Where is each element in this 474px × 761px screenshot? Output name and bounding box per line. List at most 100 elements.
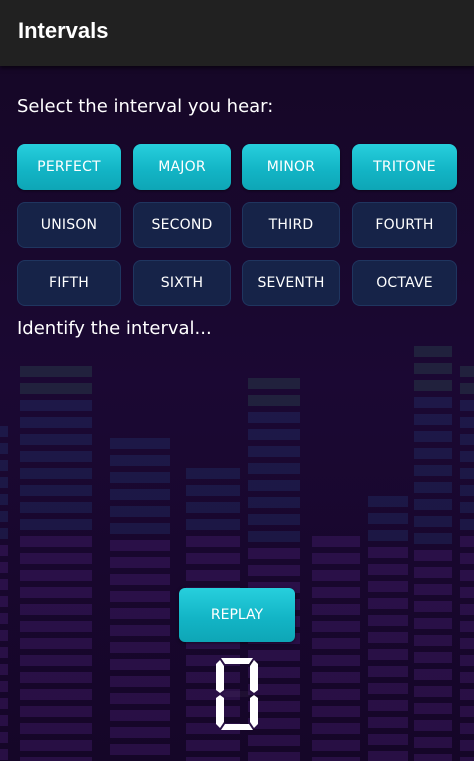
replay-button[interactable]: REPLAY (179, 588, 295, 642)
equalizer-bar (0, 579, 8, 590)
equalizer-bar (368, 666, 408, 677)
equalizer-bar (460, 655, 474, 666)
equalizer-bar (414, 567, 452, 578)
seventh-button[interactable]: SEVENTH (242, 260, 340, 306)
equalizer-bar (460, 706, 474, 717)
equalizer-bar (110, 574, 170, 585)
equalizer-bar (368, 564, 408, 575)
digit-segment-f (216, 660, 224, 693)
equalizer-bar (20, 723, 92, 734)
equalizer-bar (110, 727, 170, 738)
equalizer-bar (368, 734, 408, 745)
equalizer-bar (460, 468, 474, 479)
status-text: Identify the interval... (17, 318, 212, 339)
equalizer-bar (368, 513, 408, 524)
octave-button[interactable]: OCTAVE (352, 260, 457, 306)
equalizer-bar (414, 601, 452, 612)
equalizer-bar (20, 621, 92, 632)
fourth-button[interactable]: FOURTH (352, 202, 457, 248)
equalizer-bar (312, 706, 360, 717)
equalizer-bar (460, 570, 474, 581)
digit-segment-c (250, 695, 258, 728)
equalizer-bar (110, 744, 170, 755)
equalizer-bar (0, 647, 8, 658)
fifth-button[interactable]: FIFTH (17, 260, 121, 306)
equalizer-bar (0, 511, 8, 522)
third-button[interactable]: THIRD (242, 202, 340, 248)
equalizer-bar (414, 669, 452, 680)
equalizer-bar (20, 536, 92, 547)
equalizer-bar (0, 562, 8, 573)
equalizer-bar (186, 740, 240, 751)
equalizer-bar (110, 676, 170, 687)
equalizer-bar (368, 700, 408, 711)
equalizer-bar (0, 426, 8, 437)
equalizer-bar (20, 604, 92, 615)
equalizer-bar (0, 494, 8, 505)
perfect-button[interactable]: PERFECT (17, 144, 121, 190)
equalizer-bar (20, 655, 92, 666)
equalizer-bar (20, 468, 92, 479)
equalizer-bar (186, 519, 240, 530)
equalizer-bar (460, 451, 474, 462)
sixth-button[interactable]: SIXTH (133, 260, 231, 306)
equalizer-bar (312, 757, 360, 761)
equalizer-bar (248, 735, 300, 746)
equalizer-bar (0, 749, 8, 760)
equalizer-bar (20, 451, 92, 462)
equalizer-bar (110, 642, 170, 653)
equalizer-bar (414, 737, 452, 748)
equalizer-bar (110, 506, 170, 517)
equalizer-bar (312, 672, 360, 683)
equalizer-bar (414, 380, 452, 391)
equalizer-bar (460, 587, 474, 598)
tritone-button[interactable]: TRITONE (352, 144, 457, 190)
equalizer-bar (20, 400, 92, 411)
equalizer-bar (110, 455, 170, 466)
equalizer-bar (414, 346, 452, 357)
equalizer-bar (186, 570, 240, 581)
minor-button[interactable]: MINOR (242, 144, 340, 190)
equalizer-bar (110, 625, 170, 636)
equalizer-bar (0, 545, 8, 556)
equalizer-bar (414, 516, 452, 527)
equalizer-bar (110, 693, 170, 704)
unison-button[interactable]: UNISON (17, 202, 121, 248)
equalizer-bar (368, 683, 408, 694)
equalizer-bar (460, 553, 474, 564)
equalizer-bar (414, 499, 452, 510)
equalizer-bar (460, 519, 474, 530)
equalizer-bar (186, 757, 240, 761)
equalizer-bar (414, 363, 452, 374)
equalizer-bar (0, 681, 8, 692)
digit-segment-g (222, 691, 252, 697)
second-button[interactable]: SECOND (133, 202, 231, 248)
equalizer-bar (0, 596, 8, 607)
equalizer-bar (312, 587, 360, 598)
equalizer-bar (368, 547, 408, 558)
equalizer-bar (368, 751, 408, 761)
equalizer-bar (20, 366, 92, 377)
equalizer-bar (414, 533, 452, 544)
equalizer-bar (312, 604, 360, 615)
equalizer-bar (248, 412, 300, 423)
equalizer-bar (460, 740, 474, 751)
equalizer-bar (368, 615, 408, 626)
equalizer-bar (110, 659, 170, 670)
major-button[interactable]: MAJOR (133, 144, 231, 190)
digit-segment-a (221, 658, 253, 664)
equalizer-bar (248, 565, 300, 576)
equalizer-bar (460, 485, 474, 496)
equalizer-bar (460, 417, 474, 428)
equalizer-bar (110, 438, 170, 449)
instruction-text: Select the interval you hear: (17, 96, 274, 117)
equalizer-bar (460, 383, 474, 394)
equalizer-bar (248, 463, 300, 474)
digit-segment-e (216, 695, 224, 728)
equalizer-bar (0, 630, 8, 641)
equalizer-bar (312, 621, 360, 632)
equalizer-bar (414, 431, 452, 442)
equalizer-bar (248, 514, 300, 525)
equalizer-bar (414, 550, 452, 561)
equalizer-bar (248, 395, 300, 406)
